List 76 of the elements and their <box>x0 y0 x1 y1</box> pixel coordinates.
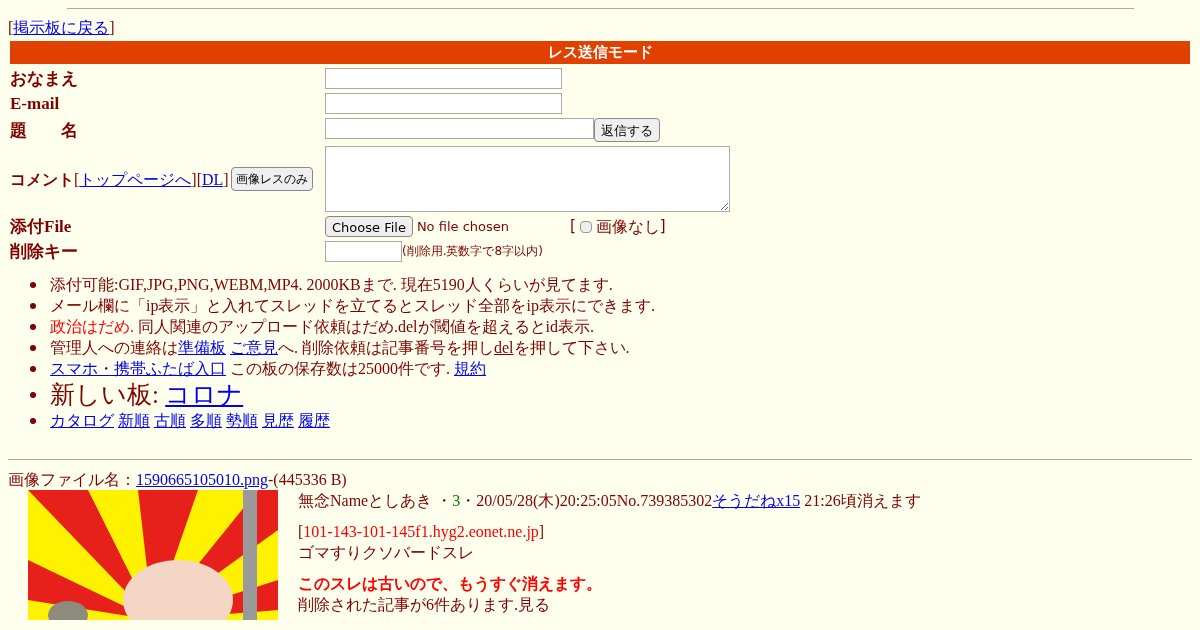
bullet-icon <box>30 281 36 288</box>
text: 管理人への連絡は <box>50 339 178 356</box>
text: -(445336 B) <box>268 471 347 488</box>
alert-text: 政治はだめ. <box>50 318 134 335</box>
link[interactable]: コロナ <box>165 381 244 408</box>
field-label: 削除キー <box>10 241 79 262</box>
text: メール欄に「ip表示」と入れてスレッドを立てるとスレッド全部をip表示にできます. <box>50 297 655 314</box>
link[interactable]: カタログ <box>50 412 114 429</box>
text: へ. 削除依頼は記事番号を押し <box>278 339 494 356</box>
text: 同人関連のアップロード依頼はだめ.delが閾値を超えるとid表示. <box>138 318 594 335</box>
alert-text: 101-143-101-145f1.hyg2.eonet.ne.jp <box>303 523 539 540</box>
text: 新しい板: <box>50 381 159 408</box>
text-field[interactable] <box>325 93 562 114</box>
bullet-icon <box>30 323 36 330</box>
link[interactable]: スマホ・携帯ふたば入口 <box>50 360 226 377</box>
link[interactable]: 準備板 <box>178 339 226 356</box>
expiry-warning: このスレは古いので、もうすぐ消えます。 <box>298 574 603 594</box>
text: ] <box>109 19 115 36</box>
link[interactable]: ご意見 <box>230 339 278 356</box>
link[interactable]: そうだねx15 <box>712 492 801 509</box>
reply-button[interactable]: 返信する <box>594 118 660 142</box>
link[interactable]: DL <box>202 170 224 188</box>
checkbox-label: 画像なし <box>595 216 660 237</box>
field-label: 題 名 <box>10 119 79 141</box>
text: 画像ファイル名： <box>8 471 136 488</box>
text: 添付可能:GIF,JPG,PNG,WEBM,MP4. 2000KBまで. 現在5190人くらいが見てます. <box>50 276 613 293</box>
bullet-icon <box>30 344 36 351</box>
deleted-notice: 削除された記事が6件あります.見る <box>298 595 551 615</box>
text: ][ <box>191 170 202 188</box>
text: [ <box>298 523 304 540</box>
post-body: ゴマすりクソバードスレ <box>298 543 475 563</box>
text: ] <box>538 523 545 540</box>
checkbox[interactable] <box>579 220 592 233</box>
text: ・ <box>436 492 453 509</box>
text: No.739385302 <box>616 492 713 509</box>
link[interactable]: 古順 <box>154 412 186 429</box>
text-field[interactable] <box>325 241 402 262</box>
field-label: コメント <box>10 170 74 188</box>
text: を押して下さい. <box>513 339 630 356</box>
bullet-icon <box>30 302 36 309</box>
field-label: 添付File <box>10 216 73 237</box>
bracket: [ <box>569 216 576 237</box>
field-label: E-mail <box>10 93 61 114</box>
comment-field[interactable] <box>325 146 730 212</box>
text: としあき <box>368 492 433 509</box>
del-link[interactable]: del <box>494 339 514 356</box>
text: ] <box>223 170 229 188</box>
text: 無念 <box>298 492 330 509</box>
bracket: ] <box>659 216 666 237</box>
link[interactable]: 見歴 <box>262 412 294 429</box>
link[interactable]: トップページへ <box>79 170 192 188</box>
form-header: レス送信モード <box>10 41 1190 64</box>
text: ・20/05/28(木)20:25:05 <box>460 492 617 509</box>
text: この板の保存数は25000件です. <box>230 360 450 377</box>
text: [ <box>8 19 14 36</box>
text: 21:26頃消えます <box>804 492 921 509</box>
bullet-icon <box>30 391 36 398</box>
field-label: おなまえ <box>10 68 79 89</box>
link[interactable]: 多順 <box>190 412 222 429</box>
bullet-icon <box>30 365 36 372</box>
text-field[interactable] <box>325 68 562 89</box>
link[interactable]: 履歴 <box>298 412 330 429</box>
link[interactable]: 新順 <box>118 412 150 429</box>
choose-file-button[interactable]: Choose File <box>325 216 413 237</box>
link[interactable]: 1590665105010.png <box>136 471 268 488</box>
bullet-icon <box>30 417 36 424</box>
link[interactable]: 掲示板に戻る <box>13 19 110 36</box>
file-status: No file chosen <box>416 218 510 236</box>
hint-text: (削除用.英数字で8字以内) <box>402 243 543 260</box>
image-only-button[interactable]: 画像レスのみ <box>230 167 313 191</box>
link[interactable]: 規約 <box>454 360 486 377</box>
text: Name <box>330 492 369 509</box>
text-field[interactable] <box>325 118 594 139</box>
text: [ <box>74 170 80 188</box>
link[interactable]: 勢順 <box>226 412 258 429</box>
reply-count: 3 <box>452 492 461 509</box>
